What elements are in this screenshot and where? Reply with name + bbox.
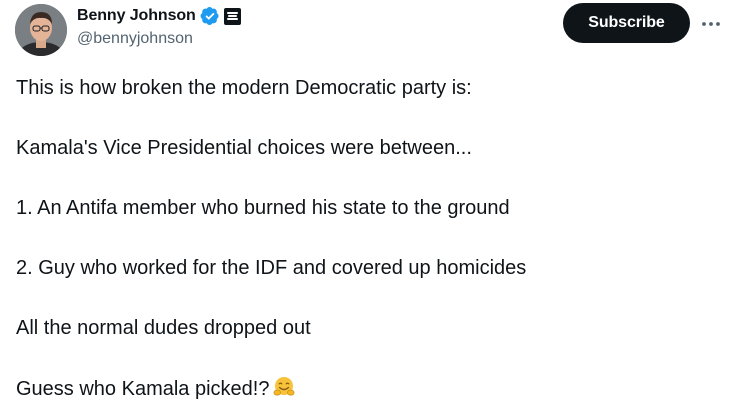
name-row: Benny Johnson: [77, 6, 241, 26]
more-horizontal-icon[interactable]: [699, 12, 723, 36]
affiliate-badge-icon[interactable]: [223, 7, 241, 25]
post-line: 1. An Antifa member who burned his state…: [16, 197, 510, 219]
post-line: This is how broken the modern Democratic…: [16, 77, 472, 99]
display-name[interactable]: Benny Johnson: [77, 7, 196, 25]
post-line: 2. Guy who worked for the IDF and covere…: [16, 257, 527, 279]
post-line-text: Guess who Kamala picked!?: [16, 378, 270, 400]
post-line: All the normal dudes dropped out: [16, 317, 311, 339]
author-info: Benny Johnson @bennyjohnson: [77, 6, 241, 48]
post: Benny Johnson @bennyjohnson Subscribe Th…: [0, 0, 730, 416]
subscribe-button[interactable]: Subscribe: [563, 3, 690, 43]
post-line: Kamala's Vice Presidential choices were …: [16, 137, 472, 159]
avatar[interactable]: [15, 4, 67, 56]
hugging-face-emoji-icon: [273, 376, 295, 398]
verified-badge-icon[interactable]: [200, 6, 220, 26]
post-line-last: Guess who Kamala picked!?: [16, 376, 295, 401]
handle[interactable]: @bennyjohnson: [77, 30, 241, 48]
